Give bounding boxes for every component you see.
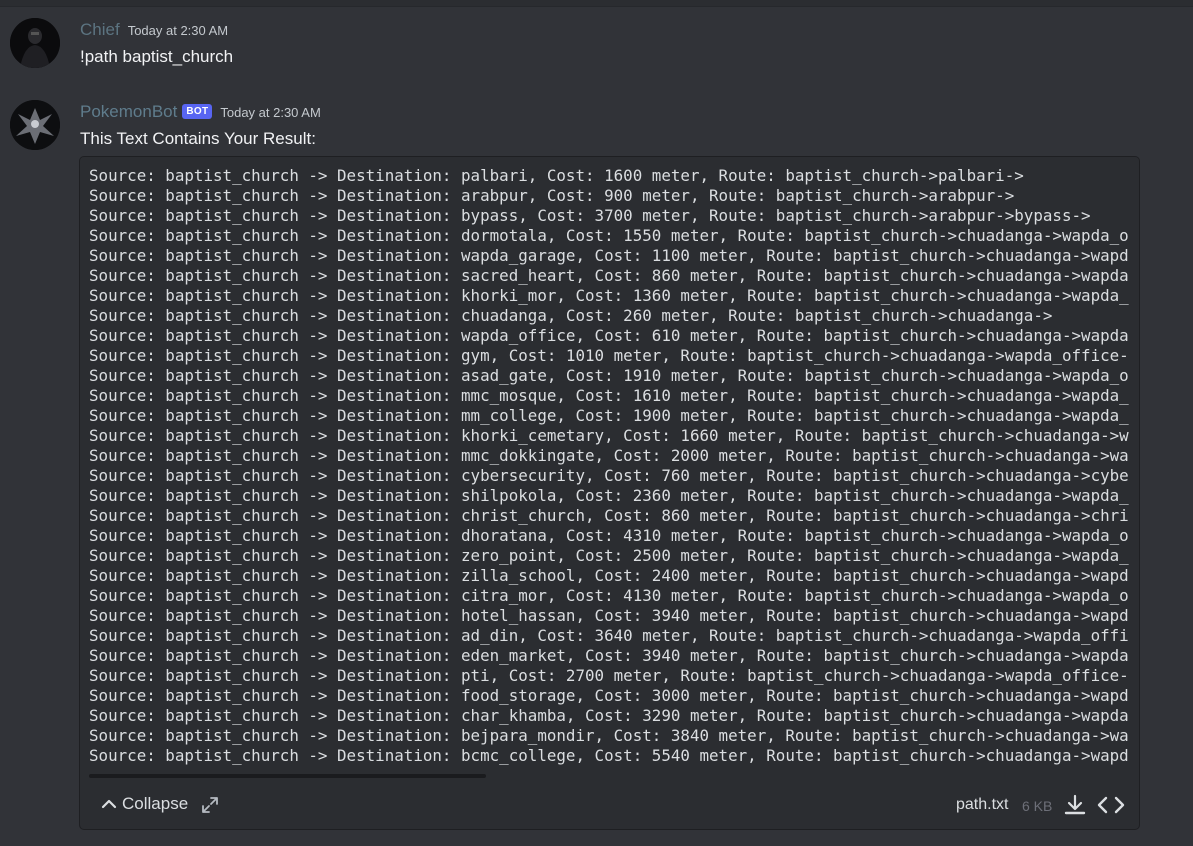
top-divider xyxy=(0,0,1193,7)
code-line: Source: baptist_church -> Destination: p… xyxy=(89,666,1129,685)
code-line: Source: baptist_church -> Destination: z… xyxy=(89,566,1129,585)
chevron-up-icon xyxy=(101,799,117,809)
code-line: Source: baptist_church -> Destination: b… xyxy=(89,726,1129,745)
code-line: Source: baptist_church -> Destination: h… xyxy=(89,606,1129,625)
code-line: Source: baptist_church -> Destination: m… xyxy=(89,446,1129,465)
code-line: Source: baptist_church -> Destination: w… xyxy=(89,326,1129,345)
code-line: Source: baptist_church -> Destination: s… xyxy=(89,486,1129,505)
code-line: Source: baptist_church -> Destination: c… xyxy=(89,586,1129,605)
avatar-chief[interactable] xyxy=(10,18,60,68)
code-preview[interactable]: Source: baptist_church -> Destination: p… xyxy=(80,157,1139,779)
code-line: Source: baptist_church -> Destination: d… xyxy=(89,526,1129,545)
code-line: Source: baptist_church -> Destination: b… xyxy=(89,746,1129,765)
bot-badge: BOT xyxy=(182,104,213,119)
attachment-footer: Collapse path.txt 6 KB xyxy=(80,781,1139,829)
username[interactable]: PokemonBot xyxy=(80,102,177,122)
code-line: Source: baptist_church -> Destination: k… xyxy=(89,426,1129,445)
message-text: This Text Contains Your Result: xyxy=(80,129,316,148)
code-line: Source: baptist_church -> Destination: a… xyxy=(89,366,1129,385)
message-header: Chief Today at 2:30 AM xyxy=(80,20,228,40)
code-line: Source: baptist_church -> Destination: m… xyxy=(89,386,1129,405)
code-line: Source: baptist_church -> Destination: e… xyxy=(89,646,1129,665)
scrollbar-thumb[interactable] xyxy=(89,774,486,778)
code-line: Source: baptist_church -> Destination: c… xyxy=(89,706,1129,725)
avatar-pokemonbot[interactable] xyxy=(10,100,60,150)
code-line: Source: baptist_church -> Destination: f… xyxy=(89,686,1129,705)
collapse-label: Collapse xyxy=(122,794,189,813)
download-icon[interactable] xyxy=(1063,793,1087,817)
code-line: Source: baptist_church -> Destination: c… xyxy=(89,506,1129,525)
file-attachment-preview: Source: baptist_church -> Destination: p… xyxy=(79,156,1140,830)
filesize: 6 KB xyxy=(1022,798,1053,814)
timestamp: Today at 2:30 AM xyxy=(220,105,321,120)
message-header: PokemonBot BOT Today at 2:30 AM xyxy=(80,102,321,122)
code-line: Source: baptist_church -> Destination: z… xyxy=(89,546,1129,565)
username[interactable]: Chief xyxy=(80,20,120,40)
code-line: Source: baptist_church -> Destination: k… xyxy=(89,286,1129,305)
code-line: Source: baptist_church -> Destination: c… xyxy=(89,306,1053,325)
code-line: Source: baptist_church -> Destination: p… xyxy=(89,166,1024,185)
filename[interactable]: path.txt xyxy=(956,796,1008,814)
code-icon[interactable] xyxy=(1096,793,1126,817)
code-line: Source: baptist_church -> Destination: d… xyxy=(89,226,1129,245)
code-line: Source: baptist_church -> Destination: m… xyxy=(89,406,1129,425)
code-line: Source: baptist_church -> Destination: c… xyxy=(89,466,1129,485)
code-line: Source: baptist_church -> Destination: a… xyxy=(89,626,1129,645)
code-lines: Source: baptist_church -> Destination: p… xyxy=(80,157,1139,766)
code-line: Source: baptist_church -> Destination: g… xyxy=(89,346,1129,365)
code-line: Source: baptist_church -> Destination: s… xyxy=(89,266,1129,285)
message-text: !path baptist_church xyxy=(80,47,234,66)
code-line: Source: baptist_church -> Destination: a… xyxy=(89,186,1015,205)
expand-icon[interactable] xyxy=(200,795,220,815)
code-line: Source: baptist_church -> Destination: w… xyxy=(89,246,1129,265)
horizontal-scrollbar[interactable] xyxy=(89,774,1129,778)
timestamp: Today at 2:30 AM xyxy=(127,23,229,38)
collapse-button[interactable]: Collapse xyxy=(100,794,188,814)
code-line: Source: baptist_church -> Destination: b… xyxy=(89,206,1091,225)
